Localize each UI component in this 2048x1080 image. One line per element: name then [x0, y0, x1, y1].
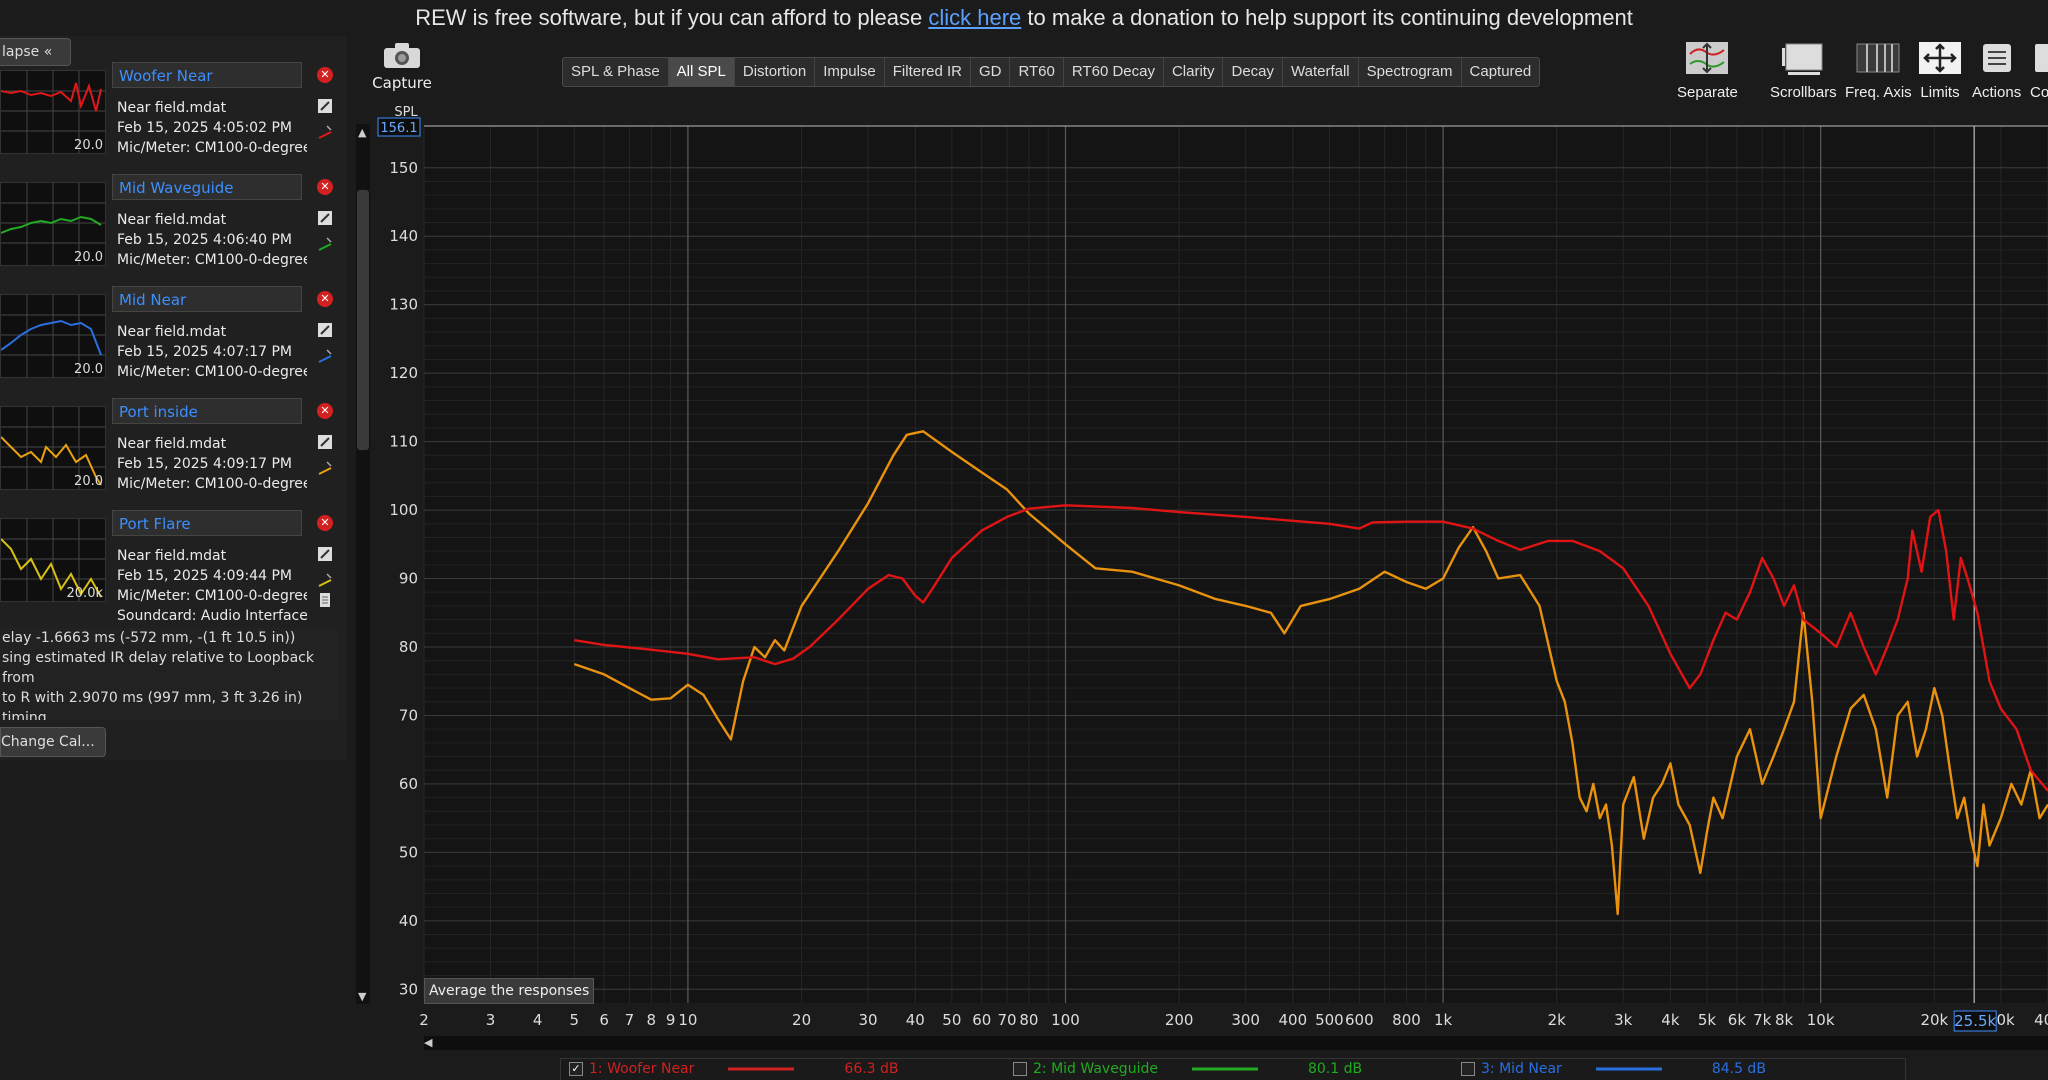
- x-tick-label: 8: [647, 1011, 657, 1029]
- legend-checkbox[interactable]: [1013, 1062, 1027, 1076]
- y-tick-label: 80: [399, 638, 418, 656]
- y-tick-label: 70: [399, 706, 418, 724]
- x-tick-label: 500: [1315, 1011, 1344, 1029]
- x-tick-label: 40k: [2034, 1011, 2048, 1029]
- x-tick-label: 7: [625, 1011, 635, 1029]
- x-tick-label: 70: [997, 1011, 1016, 1029]
- legend-label: 3: Mid Near: [1481, 1061, 1562, 1077]
- y-tick-label: 60: [399, 775, 418, 793]
- x-tick-label: 20k: [1920, 1011, 1948, 1029]
- horizontal-scrollbar[interactable]: [424, 1036, 2048, 1050]
- x-tick-label: 20: [792, 1011, 811, 1029]
- legend-bar: ✓ 1: Woofer Near 66.3 dB 2: Mid Waveguide 80…: [560, 1058, 1906, 1080]
- legend-value: 66.3 dB: [844, 1061, 899, 1077]
- x-tick-label: 200: [1165, 1011, 1194, 1029]
- y-tick-label: 100: [389, 501, 418, 519]
- x-tick-label: 6: [599, 1011, 609, 1029]
- x-tick-label: 3: [486, 1011, 496, 1029]
- x-tick-label: 2: [419, 1011, 429, 1029]
- legend-checkbox[interactable]: [1461, 1062, 1475, 1076]
- x-tick-label: 60: [972, 1011, 991, 1029]
- legend-entry[interactable]: 3: Mid Near 84.5 dB: [1461, 1059, 1766, 1080]
- average-responses-button[interactable]: Average the responses: [424, 978, 595, 1004]
- x-tick-label: 400: [1279, 1011, 1308, 1029]
- x-tick-label: 8k: [1775, 1011, 1794, 1029]
- x-tick-label: 3k: [1614, 1011, 1633, 1029]
- legend-value: 84.5 dB: [1711, 1061, 1766, 1077]
- legend-value: 80.1 dB: [1307, 1061, 1363, 1077]
- y-tick-label: 110: [389, 433, 418, 451]
- x-tick-label: 4: [533, 1011, 543, 1029]
- x-tick-label: 6k: [1728, 1011, 1747, 1029]
- y-tick-label: 50: [399, 843, 418, 861]
- legend-entry[interactable]: 2: Mid Waveguide 80.1 dB: [1013, 1059, 1362, 1080]
- legend-checkbox[interactable]: ✓: [569, 1062, 583, 1076]
- legend-line-swatch: [1191, 1067, 1258, 1071]
- legend-entry[interactable]: ✓ 1: Woofer Near 66.3 dB: [569, 1059, 899, 1080]
- x-tick-label: 800: [1392, 1011, 1421, 1029]
- legend-label: 1: Woofer Near: [589, 1061, 695, 1077]
- x-tick-label: 5: [569, 1011, 579, 1029]
- x-tick-label: 4k: [1661, 1011, 1680, 1029]
- y-tick-label: 40: [399, 912, 418, 930]
- x-tick-label: 30: [859, 1011, 878, 1029]
- x-tick-label: 5k: [1698, 1011, 1717, 1029]
- y-tick-label: 30: [399, 980, 418, 998]
- x-tick-label: 300: [1231, 1011, 1260, 1029]
- spl-graph[interactable]: 304050607080901001101201301401502 3 4 5 6 7 8 9…: [0, 0, 2048, 1055]
- legend-line-swatch: [1595, 1067, 1662, 1071]
- x-tick-label: 7k: [1753, 1011, 1772, 1029]
- x-tick-label: 1k: [1434, 1011, 1453, 1029]
- y-tick-label: 150: [389, 159, 418, 177]
- y-tick-label: 90: [399, 570, 418, 588]
- x-tick-label: 9: [666, 1011, 676, 1029]
- x-tick-label: 600: [1345, 1011, 1374, 1029]
- x-tick-label: 10: [678, 1011, 697, 1029]
- x-tick-label: 40: [906, 1011, 925, 1029]
- x-tick-label: 100: [1051, 1011, 1080, 1029]
- y-tick-label: 130: [389, 296, 418, 314]
- x-tick-label: 80: [1019, 1011, 1038, 1029]
- x-tick-label: 2k: [1548, 1011, 1567, 1029]
- scroll-left-arrow-icon[interactable]: ◀: [424, 1036, 432, 1049]
- legend-label: 2: Mid Waveguide: [1033, 1061, 1158, 1077]
- x-tick-label: 50: [942, 1011, 961, 1029]
- x-tick-label: 10k: [1807, 1011, 1835, 1029]
- legend-line-swatch: [728, 1067, 795, 1071]
- y-top-value: 156.1: [380, 121, 417, 136]
- x-max-value: 25.5k: [1954, 1012, 1996, 1030]
- y-tick-label: 120: [389, 364, 418, 382]
- y-tick-label: 140: [389, 227, 418, 245]
